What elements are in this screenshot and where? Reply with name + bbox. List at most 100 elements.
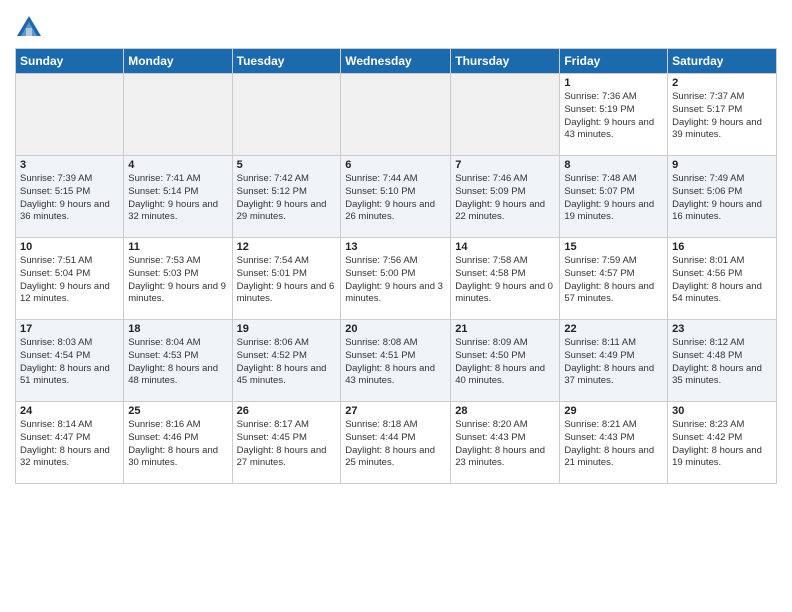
day-number: 25 xyxy=(128,405,227,417)
calendar-cell: 30 Sunrise: 8:23 AMSunset: 4:42 PMDayligh… xyxy=(668,402,777,484)
calendar-cell: 3 Sunrise: 7:39 AMSunset: 5:15 PMDaylight… xyxy=(16,156,124,238)
calendar-cell: 24 Sunrise: 8:14 AMSunset: 4:47 PMDayligh… xyxy=(16,402,124,484)
calendar-cell xyxy=(232,74,341,156)
calendar-cell: 18 Sunrise: 8:04 AMSunset: 4:53 PMDayligh… xyxy=(124,320,232,402)
col-header-tuesday: Tuesday xyxy=(232,49,341,74)
day-info: Sunrise: 8:08 AMSunset: 4:51 PMDaylight:… xyxy=(345,337,446,388)
calendar-header-row: SundayMondayTuesdayWednesdayThursdayFrid… xyxy=(16,49,777,74)
day-number: 10 xyxy=(20,241,119,253)
day-info: Sunrise: 7:37 AMSunset: 5:17 PMDaylight:… xyxy=(672,91,772,142)
day-info: Sunrise: 8:20 AMSunset: 4:43 PMDaylight:… xyxy=(455,419,555,470)
day-number: 5 xyxy=(237,159,337,171)
day-info: Sunrise: 8:01 AMSunset: 4:56 PMDaylight:… xyxy=(672,255,772,306)
page-container: SundayMondayTuesdayWednesdayThursdayFrid… xyxy=(0,0,792,489)
calendar-cell: 17 Sunrise: 8:03 AMSunset: 4:54 PMDayligh… xyxy=(16,320,124,402)
day-info: Sunrise: 7:59 AMSunset: 4:57 PMDaylight:… xyxy=(564,255,663,306)
day-number: 3 xyxy=(20,159,119,171)
day-info: Sunrise: 8:06 AMSunset: 4:52 PMDaylight:… xyxy=(237,337,337,388)
calendar-cell: 22 Sunrise: 8:11 AMSunset: 4:49 PMDayligh… xyxy=(560,320,668,402)
calendar-cell: 23 Sunrise: 8:12 AMSunset: 4:48 PMDayligh… xyxy=(668,320,777,402)
day-info: Sunrise: 8:17 AMSunset: 4:45 PMDaylight:… xyxy=(237,419,337,470)
calendar-cell: 13 Sunrise: 7:56 AMSunset: 5:00 PMDayligh… xyxy=(341,238,451,320)
day-info: Sunrise: 8:16 AMSunset: 4:46 PMDaylight:… xyxy=(128,419,227,470)
day-info: Sunrise: 8:04 AMSunset: 4:53 PMDaylight:… xyxy=(128,337,227,388)
day-number: 4 xyxy=(128,159,227,171)
day-number: 28 xyxy=(455,405,555,417)
calendar-cell: 28 Sunrise: 8:20 AMSunset: 4:43 PMDayligh… xyxy=(451,402,560,484)
day-number: 26 xyxy=(237,405,337,417)
calendar-cell: 10 Sunrise: 7:51 AMSunset: 5:04 PMDayligh… xyxy=(16,238,124,320)
col-header-thursday: Thursday xyxy=(451,49,560,74)
day-number: 16 xyxy=(672,241,772,253)
calendar-week-1: 1 Sunrise: 7:36 AMSunset: 5:19 PMDaylight… xyxy=(16,74,777,156)
calendar-cell: 11 Sunrise: 7:53 AMSunset: 5:03 PMDayligh… xyxy=(124,238,232,320)
calendar-cell: 1 Sunrise: 7:36 AMSunset: 5:19 PMDaylight… xyxy=(560,74,668,156)
day-number: 27 xyxy=(345,405,446,417)
day-number: 18 xyxy=(128,323,227,335)
col-header-friday: Friday xyxy=(560,49,668,74)
day-number: 6 xyxy=(345,159,446,171)
calendar-week-3: 10 Sunrise: 7:51 AMSunset: 5:04 PMDayligh… xyxy=(16,238,777,320)
calendar-week-2: 3 Sunrise: 7:39 AMSunset: 5:15 PMDaylight… xyxy=(16,156,777,238)
calendar-cell: 6 Sunrise: 7:44 AMSunset: 5:10 PMDaylight… xyxy=(341,156,451,238)
day-info: Sunrise: 8:11 AMSunset: 4:49 PMDaylight:… xyxy=(564,337,663,388)
day-info: Sunrise: 8:23 AMSunset: 4:42 PMDaylight:… xyxy=(672,419,772,470)
day-info: Sunrise: 8:21 AMSunset: 4:43 PMDaylight:… xyxy=(564,419,663,470)
calendar-cell: 4 Sunrise: 7:41 AMSunset: 5:14 PMDaylight… xyxy=(124,156,232,238)
day-number: 12 xyxy=(237,241,337,253)
day-number: 17 xyxy=(20,323,119,335)
calendar-cell: 2 Sunrise: 7:37 AMSunset: 5:17 PMDaylight… xyxy=(668,74,777,156)
day-info: Sunrise: 8:18 AMSunset: 4:44 PMDaylight:… xyxy=(345,419,446,470)
day-info: Sunrise: 8:09 AMSunset: 4:50 PMDaylight:… xyxy=(455,337,555,388)
calendar-cell: 29 Sunrise: 8:21 AMSunset: 4:43 PMDayligh… xyxy=(560,402,668,484)
calendar-cell: 5 Sunrise: 7:42 AMSunset: 5:12 PMDaylight… xyxy=(232,156,341,238)
day-info: Sunrise: 7:56 AMSunset: 5:00 PMDaylight:… xyxy=(345,255,446,306)
calendar-cell: 8 Sunrise: 7:48 AMSunset: 5:07 PMDaylight… xyxy=(560,156,668,238)
day-number: 24 xyxy=(20,405,119,417)
day-info: Sunrise: 7:44 AMSunset: 5:10 PMDaylight:… xyxy=(345,173,446,224)
calendar-cell: 26 Sunrise: 8:17 AMSunset: 4:45 PMDayligh… xyxy=(232,402,341,484)
day-info: Sunrise: 7:49 AMSunset: 5:06 PMDaylight:… xyxy=(672,173,772,224)
header-row xyxy=(15,10,777,42)
day-info: Sunrise: 7:41 AMSunset: 5:14 PMDaylight:… xyxy=(128,173,227,224)
col-header-sunday: Sunday xyxy=(16,49,124,74)
day-number: 14 xyxy=(455,241,555,253)
day-number: 19 xyxy=(237,323,337,335)
day-number: 2 xyxy=(672,77,772,89)
day-number: 23 xyxy=(672,323,772,335)
day-number: 1 xyxy=(564,77,663,89)
calendar-cell: 19 Sunrise: 8:06 AMSunset: 4:52 PMDayligh… xyxy=(232,320,341,402)
day-info: Sunrise: 7:54 AMSunset: 5:01 PMDaylight:… xyxy=(237,255,337,306)
calendar-week-5: 24 Sunrise: 8:14 AMSunset: 4:47 PMDayligh… xyxy=(16,402,777,484)
calendar-cell: 16 Sunrise: 8:01 AMSunset: 4:56 PMDayligh… xyxy=(668,238,777,320)
day-number: 21 xyxy=(455,323,555,335)
day-info: Sunrise: 8:14 AMSunset: 4:47 PMDaylight:… xyxy=(20,419,119,470)
calendar-cell xyxy=(124,74,232,156)
calendar-cell xyxy=(341,74,451,156)
calendar-cell xyxy=(16,74,124,156)
day-number: 13 xyxy=(345,241,446,253)
day-number: 15 xyxy=(564,241,663,253)
calendar-cell: 21 Sunrise: 8:09 AMSunset: 4:50 PMDayligh… xyxy=(451,320,560,402)
calendar-cell: 20Sunrise: 8:08 AMSunset: 4:51 PMDayligh… xyxy=(341,320,451,402)
day-info: Sunrise: 7:48 AMSunset: 5:07 PMDaylight:… xyxy=(564,173,663,224)
day-info: Sunrise: 8:12 AMSunset: 4:48 PMDaylight:… xyxy=(672,337,772,388)
day-number: 22 xyxy=(564,323,663,335)
day-info: Sunrise: 7:39 AMSunset: 5:15 PMDaylight:… xyxy=(20,173,119,224)
day-info: Sunrise: 8:03 AMSunset: 4:54 PMDaylight:… xyxy=(20,337,119,388)
day-info: Sunrise: 7:42 AMSunset: 5:12 PMDaylight:… xyxy=(237,173,337,224)
calendar-table: SundayMondayTuesdayWednesdayThursdayFrid… xyxy=(15,48,777,484)
logo-icon xyxy=(15,14,43,42)
day-info: Sunrise: 7:53 AMSunset: 5:03 PMDaylight:… xyxy=(128,255,227,306)
day-number: 8 xyxy=(564,159,663,171)
calendar-week-4: 17 Sunrise: 8:03 AMSunset: 4:54 PMDayligh… xyxy=(16,320,777,402)
day-number: 11 xyxy=(128,241,227,253)
day-number: 7 xyxy=(455,159,555,171)
col-header-monday: Monday xyxy=(124,49,232,74)
day-number: 30 xyxy=(672,405,772,417)
day-info: Sunrise: 7:36 AMSunset: 5:19 PMDaylight:… xyxy=(564,91,663,142)
calendar-cell: 7Sunrise: 7:46 AMSunset: 5:09 PMDaylight… xyxy=(451,156,560,238)
logo xyxy=(15,14,47,42)
day-number: 29 xyxy=(564,405,663,417)
day-info: Sunrise: 7:51 AMSunset: 5:04 PMDaylight:… xyxy=(20,255,119,306)
